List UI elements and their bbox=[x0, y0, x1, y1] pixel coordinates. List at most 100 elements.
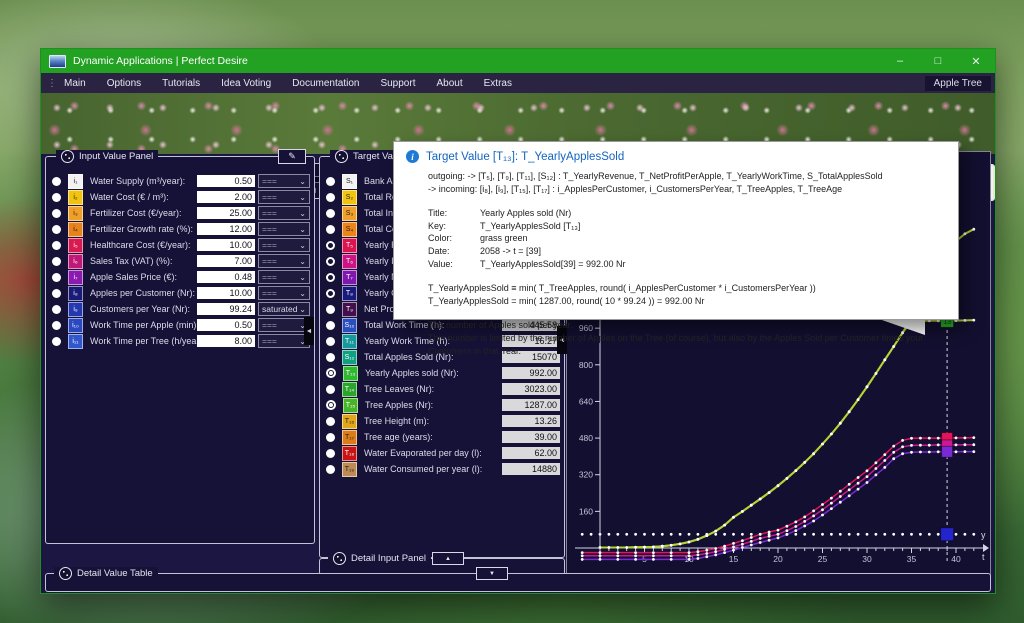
value-color-icon: i₉ bbox=[68, 302, 83, 317]
target-radio[interactable] bbox=[326, 289, 335, 298]
input-value-field[interactable]: 25.00 bbox=[197, 207, 255, 219]
input-value-field[interactable]: 2.00 bbox=[197, 191, 255, 203]
target-radio[interactable] bbox=[326, 225, 335, 234]
input-value-field[interactable]: 0.48 bbox=[197, 271, 255, 283]
target-row-tree-leaves-nr: T₁₄Tree Leaves (Nr):3023.00 bbox=[320, 381, 564, 397]
menu-item-main[interactable]: Main bbox=[64, 78, 86, 89]
target-row-tree-height-m: T₁₆Tree Height (m):13.26 bbox=[320, 413, 564, 429]
input-value-field[interactable]: 99.24 bbox=[197, 303, 255, 315]
target-radio[interactable] bbox=[326, 465, 335, 474]
target-row-tree-apples-nr: T₁₅Tree Apples (Nr):1287.00 bbox=[320, 397, 564, 413]
menu-item-options[interactable]: Options bbox=[107, 78, 141, 89]
target-radio[interactable] bbox=[326, 368, 336, 378]
target-radio[interactable] bbox=[326, 353, 335, 362]
mode-value: === bbox=[262, 288, 277, 298]
minimize-button[interactable]: – bbox=[881, 49, 919, 73]
menu-item-documentation[interactable]: Documentation bbox=[292, 78, 359, 89]
value-color-icon: T₁₁ bbox=[342, 334, 357, 349]
mode-value: saturated bbox=[262, 304, 297, 314]
mode-dropdown[interactable]: ===⌄ bbox=[258, 254, 310, 268]
menu-item-about[interactable]: About bbox=[436, 78, 462, 89]
chevron-down-icon: ⌄ bbox=[299, 241, 306, 250]
mode-value: === bbox=[262, 208, 277, 218]
mode-dropdown[interactable]: === ⌄ bbox=[258, 190, 310, 204]
expand-down-button[interactable]: ▼ bbox=[476, 567, 508, 580]
input-row-work-time-per-apple-min: i₁₀ Work Time per Apple (min):0.50===⌄ bbox=[46, 317, 314, 333]
input-radio[interactable] bbox=[52, 193, 61, 202]
target-radio[interactable] bbox=[326, 400, 336, 410]
target-radio[interactable] bbox=[326, 305, 335, 314]
value-color-icon: i₇ bbox=[68, 270, 83, 285]
menu-item-idea-voting[interactable]: Idea Voting bbox=[221, 78, 271, 89]
target-radio[interactable] bbox=[326, 177, 335, 186]
menu-item-tutorials[interactable]: Tutorials bbox=[162, 78, 200, 89]
target-radio[interactable] bbox=[326, 337, 335, 346]
target-label: Tree Apples (Nr): bbox=[365, 400, 502, 410]
maximize-button[interactable]: □ bbox=[919, 49, 957, 73]
input-radio[interactable] bbox=[52, 321, 61, 330]
input-value-field[interactable]: 7.00 bbox=[197, 255, 255, 267]
target-radio[interactable] bbox=[326, 449, 335, 458]
value-color-icon: S₁₀ bbox=[342, 318, 357, 333]
target-radio[interactable] bbox=[326, 241, 335, 250]
chevron-down-icon: ⌄ bbox=[299, 225, 306, 234]
target-radio[interactable] bbox=[326, 417, 335, 426]
input-label: Work Time per Apple (min): bbox=[90, 320, 197, 330]
input-panel-splitter-handle[interactable]: ◄ bbox=[304, 317, 314, 345]
input-value-field[interactable]: 12.00 bbox=[197, 223, 255, 235]
mode-dropdown[interactable]: ===⌄ bbox=[258, 174, 310, 188]
tooltip-field: Value:T_YearlyApplesSold[39] = 992.00 Nr bbox=[428, 258, 948, 271]
target-radio[interactable] bbox=[326, 321, 335, 330]
target-radio[interactable] bbox=[326, 273, 335, 282]
input-row-sales-tax-vat: i₆Sales Tax (VAT) (%):7.00===⌄ bbox=[46, 253, 314, 269]
mode-dropdown[interactable]: ===⌄ bbox=[258, 238, 310, 252]
input-radio[interactable] bbox=[52, 177, 61, 186]
mode-dropdown[interactable]: ===⌄ bbox=[258, 270, 310, 284]
mode-value: === bbox=[262, 192, 277, 202]
input-row-fertilizer-cost-year: i₃Fertilizer Cost (€/year):25.00===⌄ bbox=[46, 205, 314, 221]
input-value-field[interactable]: 10.00 bbox=[197, 239, 255, 251]
mode-dropdown[interactable]: ===⌄ bbox=[258, 222, 310, 236]
value-color-icon: T₁₅ bbox=[343, 398, 358, 413]
target-radio[interactable] bbox=[326, 257, 335, 266]
detail-value-table: Detail Value Table ▼ bbox=[45, 573, 991, 592]
panel-logo-icon bbox=[333, 552, 346, 565]
mode-dropdown[interactable]: ===⌄ bbox=[258, 318, 310, 332]
edit-pencil-icon[interactable]: ✎ bbox=[278, 149, 306, 164]
target-radio[interactable] bbox=[326, 385, 335, 394]
value-color-icon: i₁₀ bbox=[68, 318, 83, 333]
tooltip-field: Title:Yearly Apples sold (Nr) bbox=[428, 207, 948, 220]
svg-text:35: 35 bbox=[907, 554, 917, 564]
collapse-up-button[interactable]: ▲ bbox=[432, 552, 464, 565]
input-value-field[interactable]: 0.50 bbox=[197, 175, 255, 187]
value-color-icon: T₁₈ bbox=[342, 446, 357, 461]
mode-dropdown[interactable]: ===⌄ bbox=[258, 206, 310, 220]
input-row-apple-sales-price: i₇Apple Sales Price (€):0.48===⌄ bbox=[46, 269, 314, 285]
value-color-icon: T₁₆ bbox=[342, 414, 357, 429]
menu-item-support[interactable]: Support bbox=[380, 78, 415, 89]
target-radio[interactable] bbox=[326, 209, 335, 218]
input-radio[interactable] bbox=[52, 241, 61, 250]
menu-item-apple-tree[interactable]: Apple Tree bbox=[925, 76, 991, 91]
input-radio[interactable] bbox=[52, 273, 61, 282]
svg-text:25: 25 bbox=[818, 554, 828, 564]
input-radio[interactable] bbox=[52, 305, 61, 314]
input-radio[interactable] bbox=[52, 337, 61, 346]
menu-item-extras[interactable]: Extras bbox=[484, 78, 512, 89]
input-value-field[interactable]: 0.50 bbox=[197, 319, 255, 331]
input-value-field[interactable]: 10.00 bbox=[197, 287, 255, 299]
input-radio[interactable] bbox=[52, 289, 61, 298]
input-radio[interactable] bbox=[52, 257, 61, 266]
chevron-down-icon: ⌄ bbox=[299, 193, 306, 202]
input-radio[interactable] bbox=[52, 209, 61, 218]
target-radio[interactable] bbox=[326, 433, 335, 442]
mode-dropdown[interactable]: ===⌄ bbox=[258, 334, 310, 348]
target-radio[interactable] bbox=[326, 193, 335, 202]
mode-dropdown[interactable]: saturated⌄ bbox=[258, 302, 310, 316]
input-value-field[interactable]: 8.00 bbox=[197, 335, 255, 347]
value-color-icon: i₁₁ bbox=[68, 334, 83, 349]
mode-dropdown[interactable]: ===⌄ bbox=[258, 286, 310, 300]
input-radio[interactable] bbox=[52, 225, 61, 234]
close-button[interactable]: ✕ bbox=[957, 49, 995, 73]
menu-bar: ⋮ MainOptionsTutorialsIdea VotingDocumen… bbox=[41, 73, 995, 93]
